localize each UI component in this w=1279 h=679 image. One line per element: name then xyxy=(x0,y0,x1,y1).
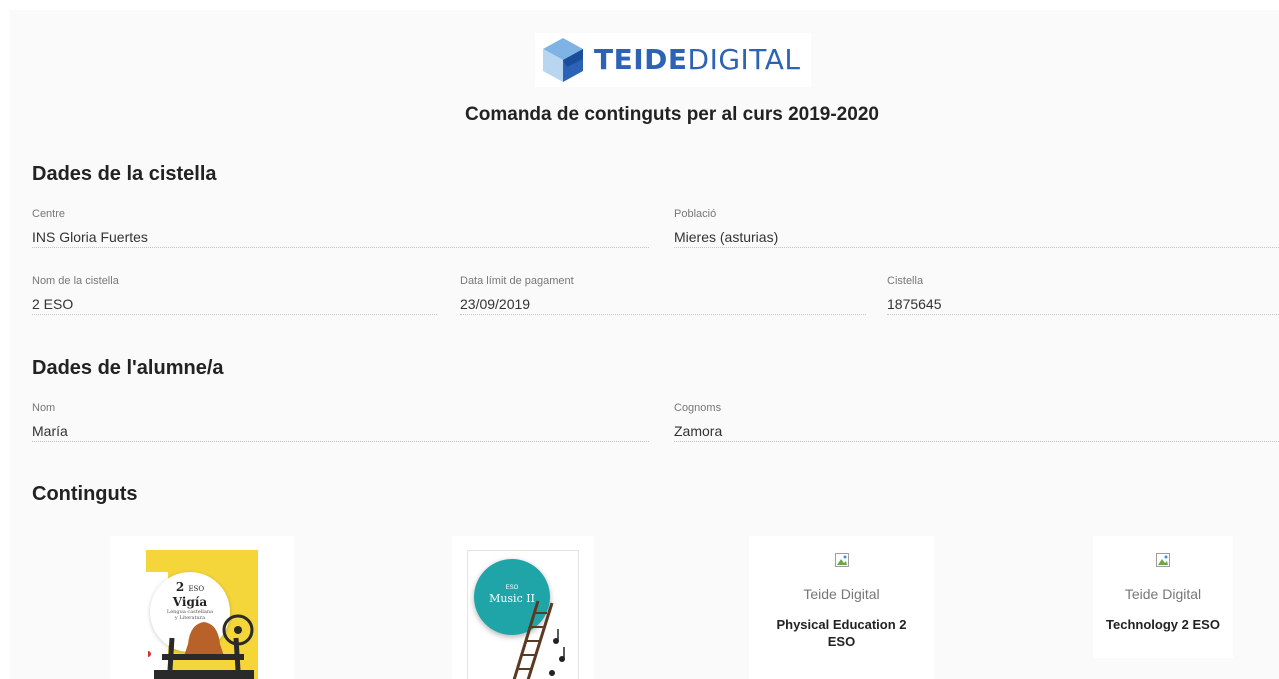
page-title: Comanda de continguts per al curs 2019-2… xyxy=(465,104,879,125)
product-publisher: Teide Digital xyxy=(1124,586,1202,602)
product-card[interactable]: 2 ESO Vigía Lengua castellana y Literatu… xyxy=(110,536,294,679)
basket-name-label: Nom de la cistella xyxy=(32,275,119,287)
cube-logo-icon xyxy=(543,38,583,82)
basket-id-field: Cistella 1875645 xyxy=(887,275,1279,315)
product-publisher: Teide Digital xyxy=(803,586,880,602)
student-name-label: Nom xyxy=(32,402,56,414)
payment-deadline-field: Data límit de pagament 23/09/2019 xyxy=(460,275,866,315)
product-card[interactable]: Teide Digital Physical Education 2 ESO xyxy=(749,536,934,679)
product-title: Technology 2 ESO xyxy=(1106,617,1220,632)
student-surname-label: Cognoms xyxy=(674,402,722,414)
contents-section-heading: Continguts xyxy=(32,483,138,505)
student-section-heading: Dades de l'alumne/a xyxy=(32,357,224,379)
payment-deadline-value: 23/09/2019 xyxy=(460,294,866,315)
poblacio-field: Població Mieres (asturias) xyxy=(674,208,1279,248)
logo-text-teide: TEIDE xyxy=(594,43,688,76)
student-name-value: María xyxy=(32,421,649,442)
student-surname-value: Zamora xyxy=(674,421,1279,442)
product-cover-image: ESO Music II xyxy=(467,550,579,679)
bell-illustration xyxy=(148,614,254,679)
product-cover-image: 2 ESO Vigía Lengua castellana y Literatu… xyxy=(146,550,258,679)
cover-level-small: ESO xyxy=(188,585,205,593)
poblacio-value: Mieres (asturias) xyxy=(674,227,1279,248)
basket-name-value: 2 ESO xyxy=(32,294,437,315)
centre-label: Centre xyxy=(32,208,66,220)
centre-value: INS Gloria Fuertes xyxy=(32,227,649,248)
payment-deadline-label: Data límit de pagament xyxy=(460,275,574,287)
broken-image-icon xyxy=(1156,553,1170,567)
centre-field: Centre INS Gloria Fuertes xyxy=(32,208,649,248)
logo-text-digital: DIGITAL xyxy=(687,43,801,76)
order-page: TEIDEDIGITAL Comanda de continguts per a… xyxy=(10,10,1279,679)
teide-digital-logo: TEIDEDIGITAL xyxy=(535,33,811,87)
cover-level: 2 xyxy=(175,580,185,594)
cover-title: Vigía xyxy=(172,595,208,609)
logo-text: TEIDEDIGITAL xyxy=(594,46,800,74)
product-card[interactable]: Teide Digital Technology 2 ESO xyxy=(1093,536,1233,658)
product-card[interactable]: ESO Music II xyxy=(452,536,594,679)
basket-id-value: 1875645 xyxy=(887,294,1279,315)
ladder-illustration xyxy=(512,600,565,679)
basket-id-label: Cistella xyxy=(887,275,924,287)
student-name-field: Nom María xyxy=(32,402,649,442)
basket-section-heading: Dades de la cistella xyxy=(32,163,217,185)
product-title: Physical Education 2 ESO xyxy=(776,617,907,649)
poblacio-label: Població xyxy=(674,208,717,220)
basket-name-field: Nom de la cistella 2 ESO xyxy=(32,275,437,315)
student-surname-field: Cognoms Zamora xyxy=(674,402,1279,442)
broken-image-icon xyxy=(835,553,849,567)
